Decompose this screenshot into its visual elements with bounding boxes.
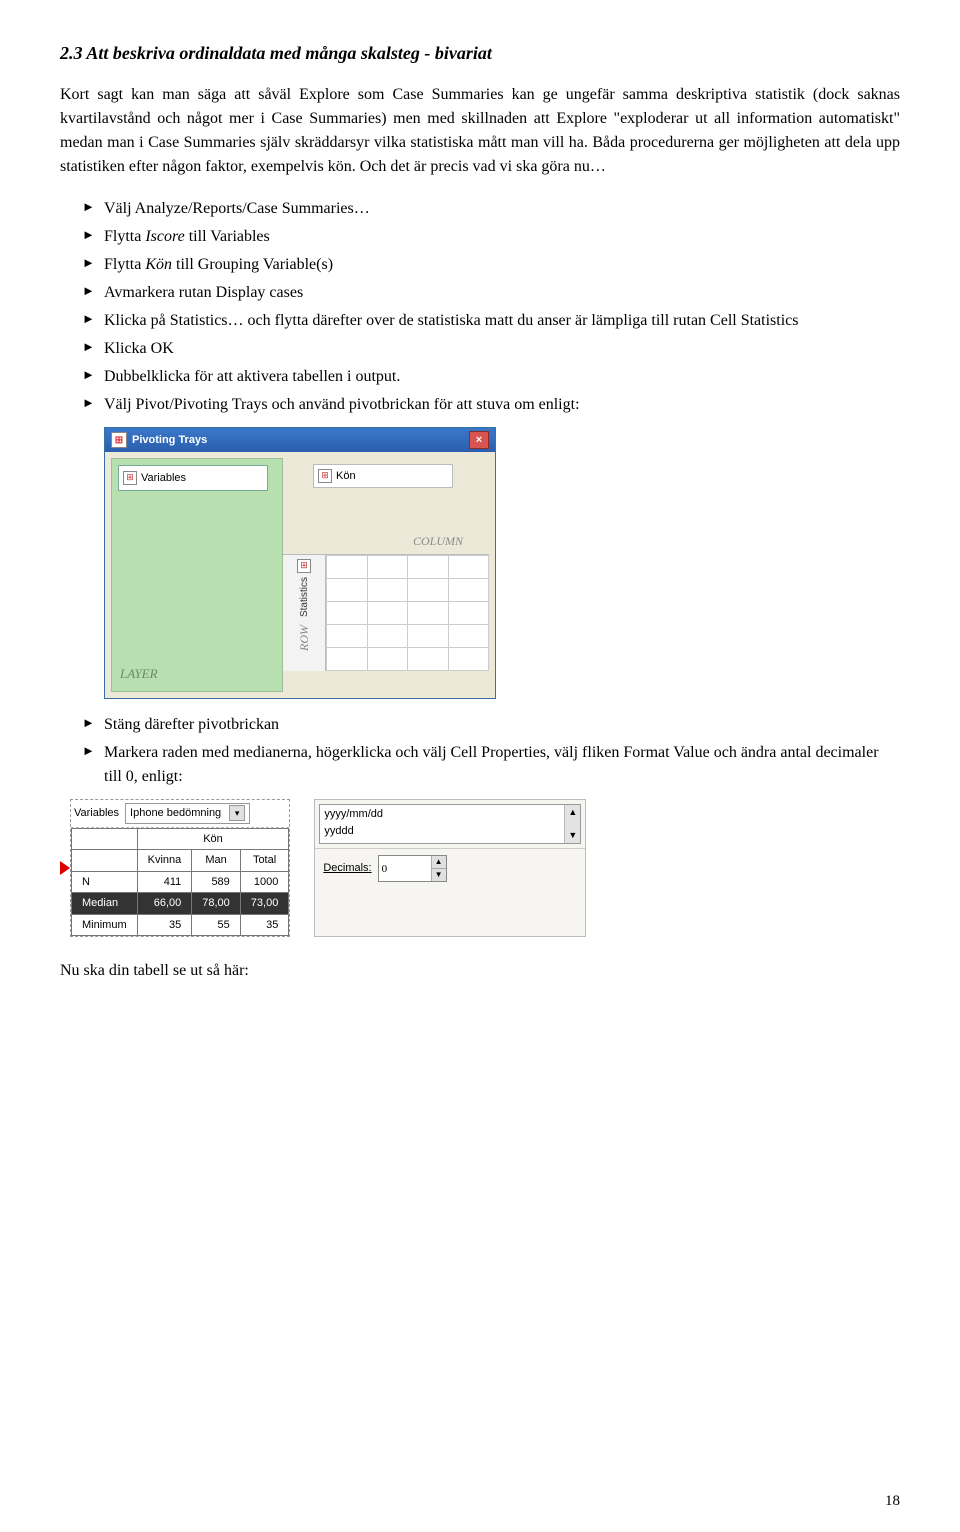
- kon-header: Kön: [137, 828, 289, 850]
- statistics-label: Statistics: [297, 573, 312, 621]
- pivot-app-icon: ⊞: [111, 432, 127, 448]
- step-2: Flytta Iscore till Variables: [82, 225, 900, 249]
- row-label-median: Median: [72, 893, 138, 915]
- cell-properties-figure: yyyy/mm/dd yyddd ▲▼ Decimals: ▲ ▼: [314, 799, 586, 937]
- variable-dropdown[interactable]: Iphone bedömning ▾: [125, 803, 250, 824]
- variables-token[interactable]: ⊞ Variables: [118, 465, 268, 491]
- action-list-2: Stäng därefter pivotbrickan Markera rade…: [60, 713, 900, 789]
- step-8: Välj Pivot/Pivoting Trays och använd piv…: [82, 393, 900, 417]
- step-3: Flytta Kön till Grouping Variable(s): [82, 253, 900, 277]
- decimals-spinner[interactable]: ▲ ▼: [378, 855, 447, 882]
- token-icon: ⊞: [123, 471, 137, 485]
- kon-label: Kön: [336, 468, 356, 485]
- cell: 589: [192, 871, 241, 893]
- pivot-titlebar: ⊞ Pivoting Trays ×: [105, 428, 495, 452]
- summary-table: Kön Kvinna Man Total N 411 589 1000 Medi…: [71, 828, 289, 937]
- col-total: Total: [240, 850, 289, 872]
- step-5: Klicka på Statistics… och flytta därefte…: [82, 309, 900, 333]
- table-row: N 411 589 1000: [72, 871, 289, 893]
- step-2-var: Iscore: [145, 228, 184, 245]
- cell: 78,00: [192, 893, 241, 915]
- decimals-input[interactable]: [379, 856, 431, 881]
- row-label: ROW: [295, 621, 313, 655]
- bottom-figures: Variables Iphone bedömning ▾ Kön Kvinna …: [60, 799, 900, 937]
- step-7: Dubbelklicka för att aktivera tabellen i…: [82, 365, 900, 389]
- footer-text: Nu ska din tabell se ut så här:: [60, 959, 900, 983]
- step-cell-props: Markera raden med medianerna, högerklick…: [82, 741, 900, 789]
- cell: 73,00: [240, 893, 289, 915]
- decimals-label: Decimals:: [323, 860, 371, 877]
- summary-table-figure: Variables Iphone bedömning ▾ Kön Kvinna …: [70, 799, 290, 937]
- step-3-pre: Flytta: [104, 256, 145, 273]
- layer-label: LAYER: [120, 664, 158, 684]
- pivot-grid: [326, 555, 489, 671]
- table-row-selected[interactable]: Median 66,00 78,00 73,00: [72, 893, 289, 915]
- col-man: Man: [192, 850, 241, 872]
- step-1: Välj Analyze/Reports/Case Summaries…: [82, 197, 900, 221]
- token-icon: ⊞: [318, 469, 332, 483]
- intro-paragraph: Kort sagt kan man säga att såväl Explore…: [60, 83, 900, 179]
- spin-down-icon[interactable]: ▼: [432, 869, 446, 881]
- step-4: Avmarkera rutan Display cases: [82, 281, 900, 305]
- kon-token[interactable]: ⊞ Kön: [313, 464, 453, 488]
- cell: 66,00: [137, 893, 192, 915]
- step-3-post: till Grouping Variable(s): [172, 256, 333, 273]
- format-option[interactable]: yyyy/mm/dd: [324, 806, 576, 823]
- cell: 35: [240, 914, 289, 936]
- close-icon[interactable]: ×: [469, 431, 489, 449]
- pivoting-trays-figure: ⊞ Pivoting Trays × ⊞ Variables LAYER ⊞ K…: [104, 427, 900, 699]
- pivot-title-text: Pivoting Trays: [132, 432, 207, 449]
- format-option[interactable]: yyddd: [324, 823, 576, 840]
- step-3-var: Kön: [145, 256, 172, 273]
- variables-caption: Variables: [74, 805, 119, 822]
- page-number: 18: [885, 1490, 900, 1513]
- cell: 411: [137, 871, 192, 893]
- layer-drop-zone[interactable]: ⊞ Variables LAYER: [111, 458, 283, 692]
- cell: 55: [192, 914, 241, 936]
- variables-label: Variables: [141, 470, 186, 487]
- step-close-pivot: Stäng därefter pivotbrickan: [82, 713, 900, 737]
- step-6: Klicka OK: [82, 337, 900, 361]
- row-label-n: N: [72, 871, 138, 893]
- format-list[interactable]: yyyy/mm/dd yyddd ▲▼: [319, 804, 581, 844]
- dropdown-value: Iphone bedömning: [130, 805, 221, 822]
- spin-up-icon[interactable]: ▲: [432, 856, 446, 869]
- chevron-down-icon: ▾: [229, 805, 245, 821]
- col-kvinna: Kvinna: [137, 850, 192, 872]
- section-heading: 2.3 Att beskriva ordinaldata med många s…: [60, 40, 900, 67]
- red-arrow-icon: [60, 861, 70, 875]
- step-2-post: till Variables: [185, 228, 270, 245]
- token-icon: ⊞: [297, 559, 311, 573]
- action-list: Välj Analyze/Reports/Case Summaries… Fly…: [60, 197, 900, 417]
- scrollbar[interactable]: ▲▼: [564, 805, 580, 843]
- pivot-window: ⊞ Pivoting Trays × ⊞ Variables LAYER ⊞ K…: [104, 427, 496, 699]
- cell: 1000: [240, 871, 289, 893]
- step-2-pre: Flytta: [104, 228, 145, 245]
- column-label: COLUMN: [283, 532, 489, 550]
- table-row: Minimum 35 55 35: [72, 914, 289, 936]
- cell: 35: [137, 914, 192, 936]
- row-label-min: Minimum: [72, 914, 138, 936]
